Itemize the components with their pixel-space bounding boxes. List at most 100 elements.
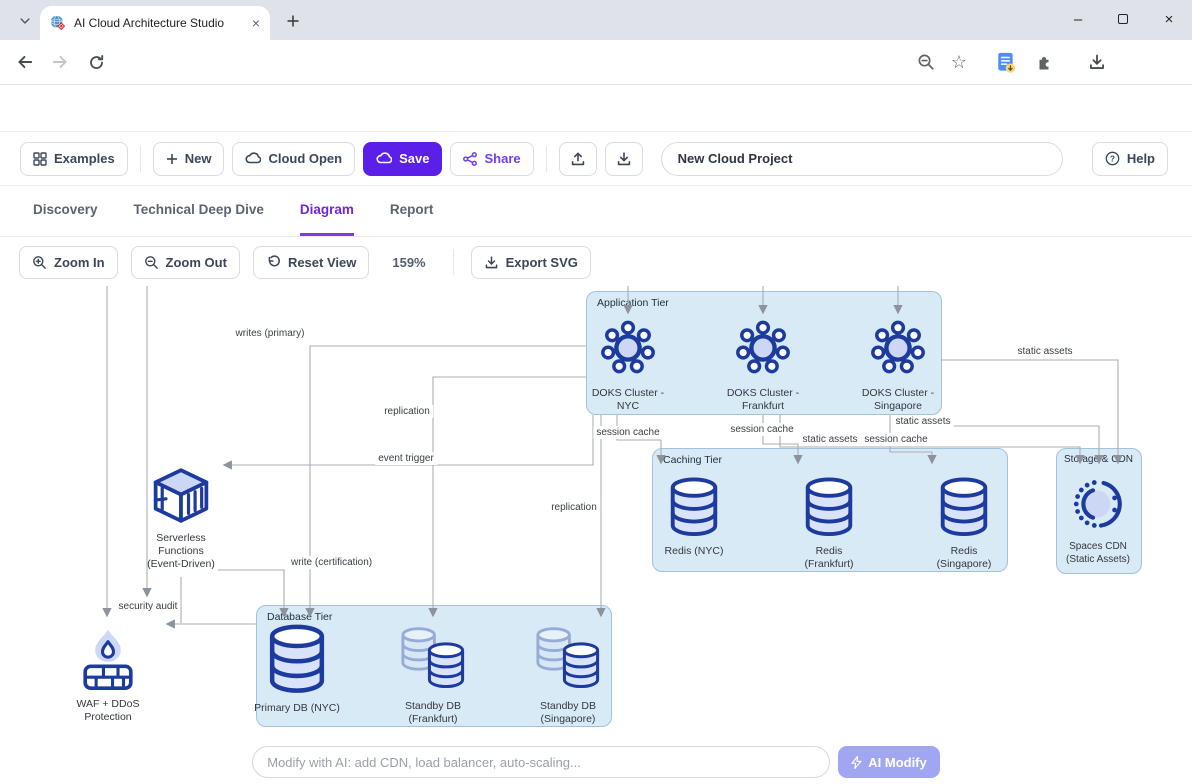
new-button[interactable]: New [153,142,225,176]
reading-list-icon[interactable] [992,48,1020,76]
kubernetes-cluster-icon [732,317,794,379]
diagram-node-doks-singapore[interactable]: DOKS Cluster - Singapore [843,317,953,413]
window-minimize-button[interactable]: – [1056,0,1100,38]
project-name-input[interactable] [661,142,1063,176]
kubernetes-cluster-icon [867,317,929,379]
node-label: DOKS Cluster - Singapore [862,387,934,413]
window-maximize-button[interactable] [1101,0,1145,38]
diagram-node-standby-db-singapore[interactable]: Standby DB (Singapore) [513,626,623,726]
zoom-out-button[interactable]: Zoom Out [131,246,240,279]
save-button[interactable]: Save [363,142,442,176]
lightning-icon [851,756,862,769]
grid-icon [33,152,47,166]
tab-report[interactable]: Report [390,186,434,236]
new-label: New [185,151,212,166]
help-icon: ? [1105,151,1120,166]
kubernetes-cluster-icon [597,317,659,379]
bookmark-star-icon[interactable]: ☆ [945,48,973,76]
browser-tab-active[interactable]: AI Cloud Architecture Studio × [40,6,270,40]
diagram-node-doks-frankfurt[interactable]: DOKS Cluster - Frankfurt [708,317,818,413]
back-icon[interactable] [10,47,40,77]
new-tab-button[interactable] [282,10,304,32]
window-close-button[interactable]: × [1147,0,1191,38]
database-cylinder-icon [267,624,327,694]
firewall-flame-icon [81,628,135,690]
node-label: Redis (Frankfurt) [804,545,853,571]
help-button[interactable]: ? Help [1092,142,1168,176]
extensions-icon[interactable] [1030,48,1058,76]
favicon [50,15,66,31]
node-label: WAF + DDoS Protection [77,698,140,724]
plus-icon [166,153,178,165]
tier-label: Caching Tier [653,449,1007,466]
ai-modify-bar: AI Modify [0,740,1192,784]
forward-icon[interactable] [45,47,75,77]
diagram-node-spaces-cdn[interactable]: Spaces CDN (Static Assets) [1043,475,1153,566]
diagram-node-redis-singapore[interactable]: Redis (Singapore) [909,477,1019,571]
diagram-node-standby-db-frankfurt[interactable]: Standby DB (Frankfurt) [378,626,488,726]
tier-label: Database Tier [257,606,611,623]
zoom-page-icon[interactable] [912,48,940,76]
node-label: Serverless Functions (Event-Driven) [147,532,215,571]
tab-discovery[interactable]: Discovery [33,186,98,236]
diagram-node-doks-nyc[interactable]: DOKS Cluster - NYC [573,317,683,413]
download-button[interactable] [605,142,643,176]
zoom-in-label: Zoom In [54,255,105,270]
node-label: Spaces CDN (Static Assets) [1066,541,1130,566]
cloud-icon [245,152,261,165]
ai-modify-label: AI Modify [868,755,927,770]
download-icon [616,151,632,167]
database-cylinder-icon [803,477,855,537]
diagram-canvas[interactable]: Application Tier Caching Tier Storage & … [0,284,1192,740]
node-label: Redis (Singapore) [937,545,992,571]
zoom-out-label: Zoom Out [166,255,227,270]
examples-label: Examples [54,151,115,166]
tab-close-icon[interactable]: × [252,16,260,30]
browser-window: AI Cloud Architecture Studio × – × ai-to… [0,0,1192,784]
help-label: Help [1127,151,1155,166]
tab-diagram[interactable]: Diagram [300,186,354,236]
node-label: Redis (NYC) [665,545,724,558]
zoom-toolbar: Zoom In Zoom Out Reset View 159% Export … [0,240,1192,284]
node-label: Standby DB (Frankfurt) [405,700,461,726]
cloud-open-label: Cloud Open [268,151,342,166]
maximize-icon [1118,14,1128,24]
edge-label-session-cache-1: session cache [593,426,662,439]
tab-technical-deep-dive[interactable]: Technical Deep Dive [134,186,264,236]
export-svg-label: Export SVG [506,255,578,270]
edge-label-session-cache-2: session cache [727,423,796,436]
app-header: AI Cloud Architecture Studio Powered by … [0,85,1192,132]
svg-text:?: ? [1110,153,1115,163]
cloud-open-button[interactable]: Cloud Open [232,142,355,176]
diagram-node-redis-nyc[interactable]: Redis (NYC) [639,477,749,558]
reset-view-button[interactable]: Reset View [253,246,369,279]
diagram-node-primary-db[interactable]: Primary DB (NYC) [237,624,357,715]
database-cylinder-icon [938,477,990,537]
zoombar-divider [453,249,454,275]
node-label: DOKS Cluster - Frankfurt [727,387,799,413]
action-toolbar: Examples New Cloud Open Save Share ? [0,132,1192,186]
diagram-node-redis-frankfurt[interactable]: Redis (Frankfurt) [774,477,884,571]
ai-modify-button[interactable]: AI Modify [838,746,940,778]
share-button[interactable]: Share [450,142,533,176]
zoom-in-button[interactable]: Zoom In [19,246,118,279]
edge-label-event-trigger: event trigger [375,452,437,465]
save-label: Save [399,151,429,166]
edge-label-static-assets-2: static assets [892,415,953,428]
diagram-node-waf-ddos[interactable]: WAF + DDoS Protection [53,628,163,724]
serverless-box-icon [150,467,212,524]
edge-label-static-assets-3: static assets [1014,345,1075,358]
upload-button[interactable] [559,142,597,176]
cdn-icon [1069,475,1127,533]
zoom-out-icon [144,255,159,270]
tab-search-chevron-icon[interactable] [12,8,38,34]
standby-database-icon [397,626,469,692]
examples-button[interactable]: Examples [20,142,128,176]
edge-label-writes-primary: writes (primary) [233,327,308,340]
diagram-node-serverless-functions[interactable]: Serverless Functions (Event-Driven) [126,467,236,571]
download-browser-icon[interactable] [1083,48,1111,76]
browser-toolbar: ai-toolbox.visual-paradigm.com/app/ai-cl… [0,40,1192,85]
export-svg-button[interactable]: Export SVG [471,246,591,279]
reload-icon[interactable] [81,47,111,77]
ai-prompt-input[interactable] [252,746,830,778]
